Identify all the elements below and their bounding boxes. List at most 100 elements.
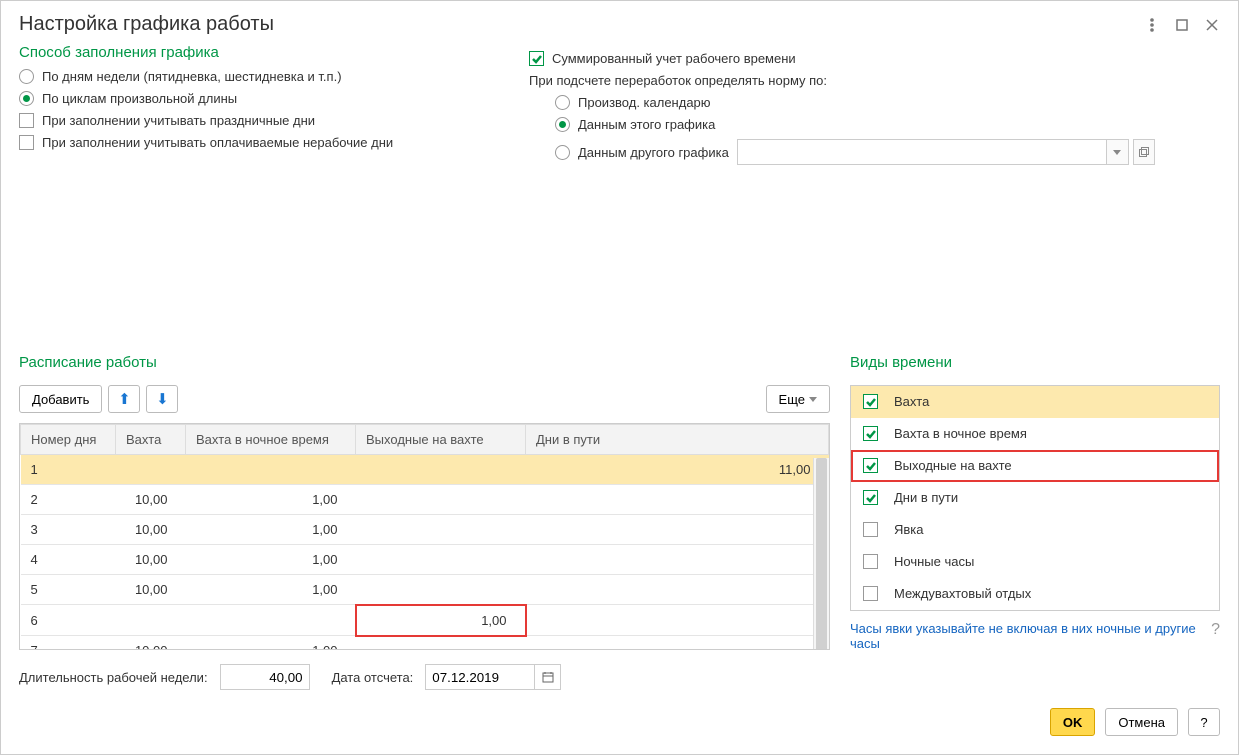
- checkbox-icon[interactable]: [863, 490, 878, 505]
- checkbox-icon[interactable]: [863, 394, 878, 409]
- checkbox-icon[interactable]: [863, 554, 878, 569]
- help-button[interactable]: ?: [1188, 708, 1220, 736]
- table-cell[interactable]: 10,00: [116, 485, 186, 515]
- table-row[interactable]: 111,00: [21, 455, 829, 485]
- more-button[interactable]: Еще: [766, 385, 830, 413]
- table-cell[interactable]: 7: [21, 636, 116, 651]
- col-weekend[interactable]: Выходные на вахте: [356, 425, 526, 455]
- table-cell[interactable]: 10,00: [116, 545, 186, 575]
- table-cell[interactable]: [526, 636, 829, 651]
- table-cell[interactable]: [356, 485, 526, 515]
- time-type-item[interactable]: Явка: [851, 514, 1219, 546]
- table-cell[interactable]: [526, 515, 829, 545]
- col-night[interactable]: Вахта в ночное время: [186, 425, 356, 455]
- norm-heading: При подсчете переработок определять норм…: [529, 73, 1220, 88]
- table-row[interactable]: 510,001,00: [21, 575, 829, 605]
- table-cell[interactable]: 10,00: [116, 575, 186, 605]
- dropdown-button[interactable]: [1107, 139, 1129, 165]
- radio-by-cycles[interactable]: По циклам произвольной длины: [19, 91, 499, 106]
- table-cell[interactable]: 10,00: [116, 515, 186, 545]
- more-icon[interactable]: [1144, 17, 1160, 33]
- close-icon[interactable]: [1204, 17, 1220, 33]
- maximize-icon[interactable]: [1174, 17, 1190, 33]
- schedule-heading: Расписание работы: [19, 354, 830, 371]
- table-cell[interactable]: [356, 515, 526, 545]
- table-cell[interactable]: [526, 545, 829, 575]
- table-cell[interactable]: 10,00: [116, 636, 186, 651]
- time-type-label: Вахта: [894, 394, 929, 409]
- checkbox-icon[interactable]: [863, 522, 878, 537]
- table-row[interactable]: 310,001,00: [21, 515, 829, 545]
- table-cell[interactable]: [526, 605, 829, 636]
- radio-icon: [555, 95, 570, 110]
- table-cell[interactable]: [526, 485, 829, 515]
- start-date-input[interactable]: [425, 664, 535, 690]
- checkbox-icon[interactable]: [863, 586, 878, 601]
- col-travel[interactable]: Дни в пути: [526, 425, 829, 455]
- table-row[interactable]: 210,001,00: [21, 485, 829, 515]
- table-cell[interactable]: 2: [21, 485, 116, 515]
- radio-by-days[interactable]: По дням недели (пятидневка, шестидневка …: [19, 69, 499, 84]
- table-cell[interactable]: [186, 605, 356, 636]
- hint-help-icon[interactable]: ?: [1211, 621, 1220, 650]
- start-date-label: Дата отсчета:: [332, 670, 414, 685]
- table-cell[interactable]: 1,00: [186, 636, 356, 651]
- table-cell[interactable]: [526, 575, 829, 605]
- cancel-button[interactable]: Отмена: [1105, 708, 1178, 736]
- time-type-item[interactable]: Дни в пути: [851, 482, 1219, 514]
- check-paid-nonwork-label: При заполнении учитывать оплачиваемые не…: [42, 135, 393, 150]
- table-cell[interactable]: [356, 455, 526, 485]
- check-paid-nonwork[interactable]: При заполнении учитывать оплачиваемые не…: [19, 135, 499, 150]
- checkbox-icon[interactable]: [863, 458, 878, 473]
- radio-norm-this[interactable]: Данным этого графика: [555, 117, 1220, 132]
- radio-norm-other[interactable]: Данным другого графика: [555, 145, 729, 160]
- checkbox-icon[interactable]: [863, 426, 878, 441]
- open-button[interactable]: [1133, 139, 1155, 165]
- checkbox-icon: [19, 135, 34, 150]
- table-row[interactable]: 61,00: [21, 605, 829, 636]
- table-cell[interactable]: 1,00: [186, 545, 356, 575]
- check-holidays[interactable]: При заполнении учитывать праздничные дни: [19, 113, 499, 128]
- table-cell[interactable]: 11,00: [526, 455, 829, 485]
- check-summarized[interactable]: Суммированный учет рабочего времени: [529, 51, 1220, 66]
- table-cell[interactable]: 6: [21, 605, 116, 636]
- table-cell[interactable]: [186, 455, 356, 485]
- table-cell[interactable]: [116, 605, 186, 636]
- schedule-table: Номер дня Вахта Вахта в ночное время Вых…: [20, 424, 829, 650]
- table-cell[interactable]: 5: [21, 575, 116, 605]
- radio-norm-calendar[interactable]: Производ. календарю: [555, 95, 1220, 110]
- table-row[interactable]: 410,001,00: [21, 545, 829, 575]
- col-id[interactable]: Номер дня: [21, 425, 116, 455]
- table-cell[interactable]: 1,00: [186, 485, 356, 515]
- ok-button[interactable]: OK: [1050, 708, 1096, 736]
- time-type-item[interactable]: Вахта в ночное время: [851, 418, 1219, 450]
- time-type-label: Выходные на вахте: [894, 458, 1012, 473]
- other-schedule-input[interactable]: [737, 139, 1107, 165]
- col-vakhta[interactable]: Вахта: [116, 425, 186, 455]
- time-type-item[interactable]: Междувахтовый отдых: [851, 578, 1219, 610]
- move-down-button[interactable]: ⬇: [146, 385, 178, 413]
- table-cell[interactable]: [116, 455, 186, 485]
- table-cell[interactable]: 1,00: [186, 575, 356, 605]
- window-title: Настройка графика работы: [19, 13, 274, 36]
- week-length-input[interactable]: [220, 664, 310, 690]
- table-cell[interactable]: 4: [21, 545, 116, 575]
- table-cell[interactable]: [356, 575, 526, 605]
- time-type-item[interactable]: Ночные часы: [851, 546, 1219, 578]
- table-cell[interactable]: 1,00: [186, 515, 356, 545]
- table-row[interactable]: 710,001,00: [21, 636, 829, 651]
- table-cell[interactable]: 1,00: [356, 605, 526, 636]
- table-cell[interactable]: 3: [21, 515, 116, 545]
- move-up-button[interactable]: ⬆: [108, 385, 140, 413]
- time-type-item[interactable]: Выходные на вахте: [851, 450, 1219, 482]
- method-heading: Способ заполнения графика: [19, 44, 499, 61]
- table-cell[interactable]: [356, 636, 526, 651]
- time-type-item[interactable]: Вахта: [851, 386, 1219, 418]
- table-cell[interactable]: [356, 545, 526, 575]
- table-cell[interactable]: 1: [21, 455, 116, 485]
- calendar-button[interactable]: [535, 664, 561, 690]
- add-button[interactable]: Добавить: [19, 385, 102, 413]
- radio-icon: [555, 145, 570, 160]
- time-type-label: Явка: [894, 522, 924, 537]
- scrollbar[interactable]: [813, 458, 829, 649]
